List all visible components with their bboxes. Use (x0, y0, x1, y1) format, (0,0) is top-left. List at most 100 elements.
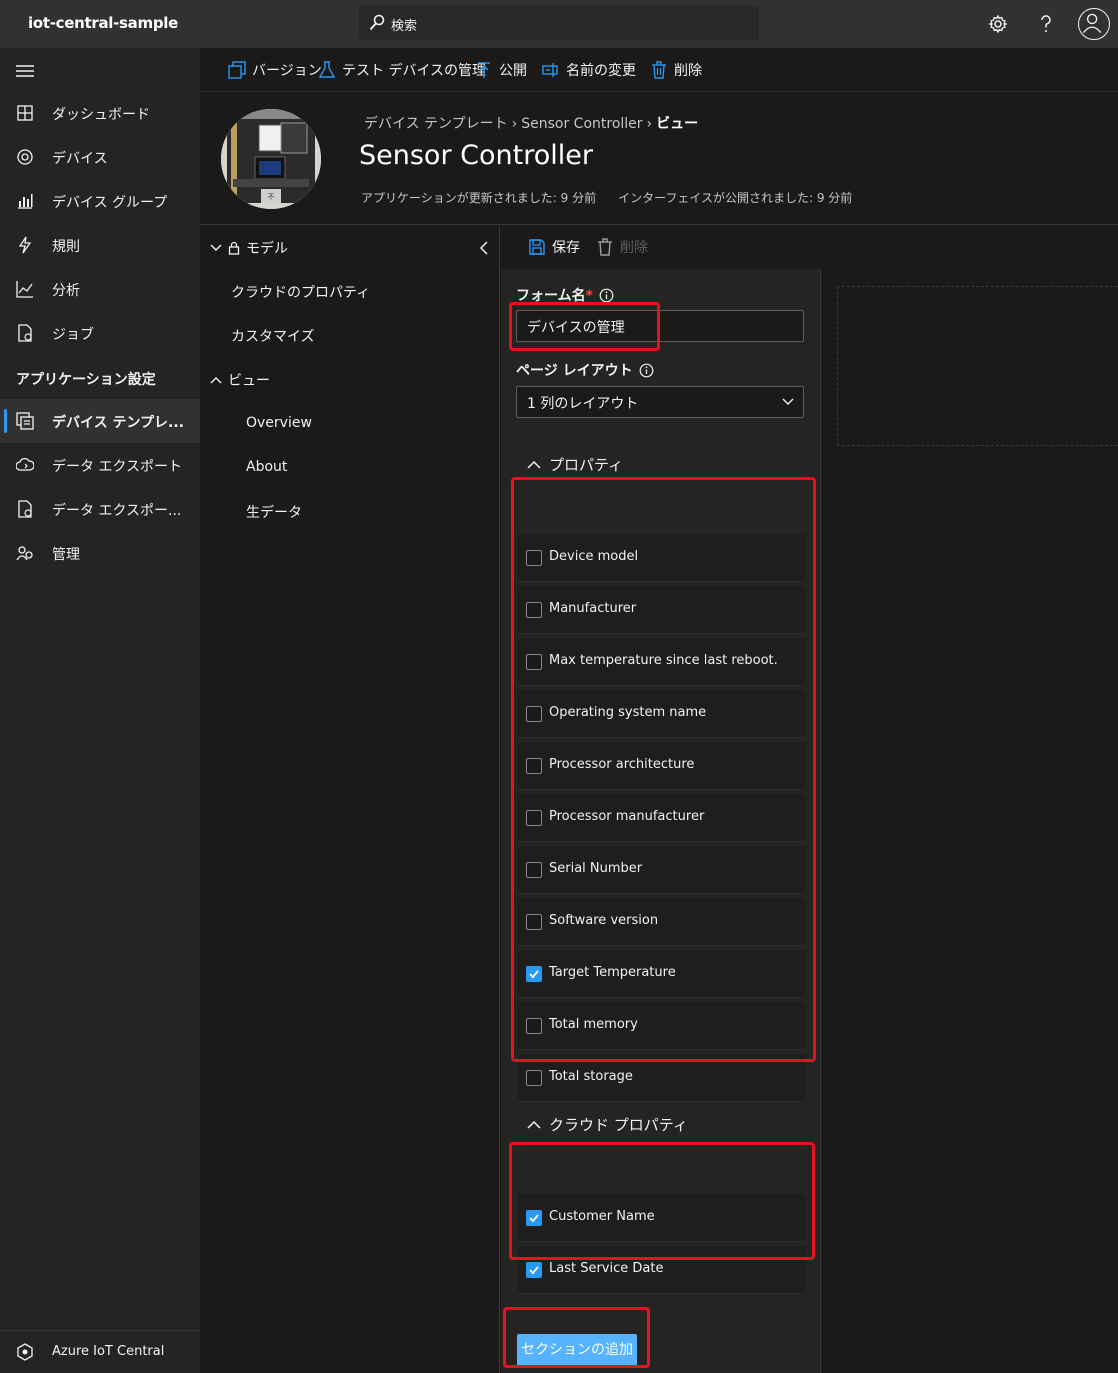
nav-item-rules[interactable]: 規則 (0, 223, 200, 267)
cloud-property-label: Last Service Date (549, 1261, 664, 1276)
checkbox[interactable] (526, 550, 542, 566)
chevron-right-icon: › (646, 116, 653, 132)
cloud-property-row[interactable]: Customer Name (518, 1194, 805, 1242)
nav-item-data-export[interactable]: データ エクスポート (0, 443, 200, 487)
page-layout-value: 1 列のレイアウト (527, 396, 639, 412)
page-layout-dropdown[interactable]: 1 列のレイアウト (516, 386, 804, 418)
property-row[interactable]: Serial Number (518, 846, 805, 894)
property-row[interactable]: Max temperature since last reboot. (518, 638, 805, 686)
save-icon (529, 239, 545, 255)
tree-item-model[interactable]: モデル (210, 238, 288, 258)
breadcrumb-current: ビュー (656, 116, 699, 132)
tree-item-views[interactable]: ビュー (210, 370, 270, 390)
add-section-button[interactable]: セクションの追加 (517, 1334, 637, 1366)
checkbox-checked[interactable] (526, 1262, 542, 1278)
nav-item-analytics[interactable]: 分析 (0, 267, 200, 311)
form-name-label: フォーム名* (516, 285, 614, 305)
rename-icon (542, 63, 558, 77)
breadcrumb-template[interactable]: Sensor Controller (521, 116, 642, 132)
property-row[interactable]: Manufacturer (518, 586, 805, 634)
cloud-property-row[interactable]: Last Service Date (518, 1246, 805, 1294)
tree-item-label: カスタマイズ (231, 329, 315, 345)
nav-item-device-groups[interactable]: デバイス グループ (0, 179, 200, 223)
form-name-input[interactable]: デバイスの管理 (516, 310, 804, 342)
collapse-panel-icon[interactable] (478, 240, 490, 256)
page-layout-label: ページ レイアウト (516, 360, 654, 380)
property-label: Device model (549, 549, 639, 564)
nav-item-data-export-legacy[interactable]: データ エクスポー... (0, 487, 200, 531)
nav-item-label: 管理 (52, 547, 80, 563)
admin-icon (16, 546, 33, 561)
property-row[interactable]: Operating system name (518, 690, 805, 738)
devices-icon (17, 149, 33, 165)
left-navigation: ダッシュボード デバイス デバイス グループ 規則 分析 ジョブ アプリケーショ… (0, 48, 200, 1373)
property-row[interactable]: Processor manufacturer (518, 794, 805, 842)
property-row[interactable]: Total memory (518, 1002, 805, 1050)
cloud-properties-section-header[interactable]: クラウド プロパティ (527, 1114, 688, 1135)
properties-section-header[interactable]: プロパティ (527, 454, 623, 475)
help-icon[interactable] (1034, 12, 1058, 36)
rename-button[interactable]: 名前の変更 (542, 60, 636, 80)
nav-item-label: デバイス グループ (52, 195, 168, 211)
brand-footer[interactable]: Azure IoT Central (0, 1330, 200, 1373)
nav-item-label: ジョブ (52, 327, 94, 343)
info-icon[interactable] (639, 363, 654, 378)
delete-view-button[interactable]: 削除 (596, 237, 648, 257)
breadcrumb-device-templates[interactable]: デバイス テンプレート (364, 116, 508, 132)
chevron-up-icon (527, 1120, 541, 1129)
page-layout-label-text: ページ レイアウト (516, 363, 633, 379)
form-command-bar: 保存 削除 (501, 226, 821, 269)
chevron-up-icon (527, 460, 541, 469)
checkbox-checked[interactable] (526, 1210, 542, 1226)
tree-item-label: About (246, 459, 288, 475)
property-row[interactable]: Device model (518, 534, 805, 582)
tree-item-customize[interactable]: カスタマイズ (231, 326, 315, 346)
checkbox[interactable] (526, 758, 542, 774)
nav-item-jobs[interactable]: ジョブ (0, 311, 200, 355)
checkbox[interactable] (526, 914, 542, 930)
property-row[interactable]: Target Temperature (518, 950, 805, 998)
checkbox[interactable] (526, 602, 542, 618)
interface-published-text: インターフェイスが公開されました: 9 分前 (618, 191, 853, 205)
hamburger-menu-icon[interactable] (16, 64, 34, 78)
property-row[interactable]: Processor architecture (518, 742, 805, 790)
checkbox[interactable] (526, 862, 542, 878)
form-name-label-text: フォーム名 (516, 288, 586, 304)
tree-item-view-raw-data[interactable]: 生データ (246, 502, 302, 522)
nav-item-admin[interactable]: 管理 (0, 531, 200, 575)
property-row[interactable]: Software version (518, 898, 805, 946)
nav-item-devices[interactable]: デバイス (0, 135, 200, 179)
checkbox[interactable] (526, 706, 542, 722)
publish-icon (478, 62, 490, 78)
checkbox[interactable] (526, 654, 542, 670)
property-label: Software version (549, 913, 659, 928)
iot-central-logo-icon (17, 1343, 33, 1361)
publish-button[interactable]: 公開 (475, 60, 527, 80)
property-row[interactable]: Total storage (518, 1054, 805, 1102)
tree-item-view-overview[interactable]: Overview (246, 415, 312, 431)
delete-template-button[interactable]: 削除 (650, 60, 702, 80)
checkbox[interactable] (526, 810, 542, 826)
tree-item-cloud-properties[interactable]: クラウドのプロパティ (231, 282, 370, 302)
save-button[interactable]: 保存 (528, 237, 580, 257)
checkbox[interactable] (526, 1070, 542, 1086)
nav-item-device-templates[interactable]: デバイス テンプレ... (0, 399, 200, 443)
manage-test-devices-button[interactable]: テスト デバイスの管理 (318, 60, 486, 80)
gear-icon[interactable] (986, 12, 1010, 36)
property-label: Operating system name (549, 705, 707, 720)
app-title[interactable]: iot-central-sample (28, 14, 178, 32)
info-icon[interactable] (599, 288, 614, 303)
avatar-icon[interactable] (1078, 8, 1110, 40)
property-label: Target Temperature (549, 965, 676, 980)
nav-item-label: ダッシュボード (52, 107, 150, 123)
search-box[interactable]: 検索 (359, 6, 759, 40)
version-button[interactable]: バージョン (228, 60, 322, 80)
tree-item-view-about[interactable]: About (246, 459, 287, 475)
breadcrumb: デバイス テンプレート › Sensor Controller › ビュー (364, 113, 698, 133)
nav-item-dashboard[interactable]: ダッシュボード (0, 91, 200, 135)
property-label: Total memory (549, 1017, 638, 1032)
property-label: Processor architecture (549, 757, 695, 772)
checkbox-checked[interactable] (526, 966, 542, 982)
trash-icon (598, 238, 612, 256)
checkbox[interactable] (526, 1018, 542, 1034)
